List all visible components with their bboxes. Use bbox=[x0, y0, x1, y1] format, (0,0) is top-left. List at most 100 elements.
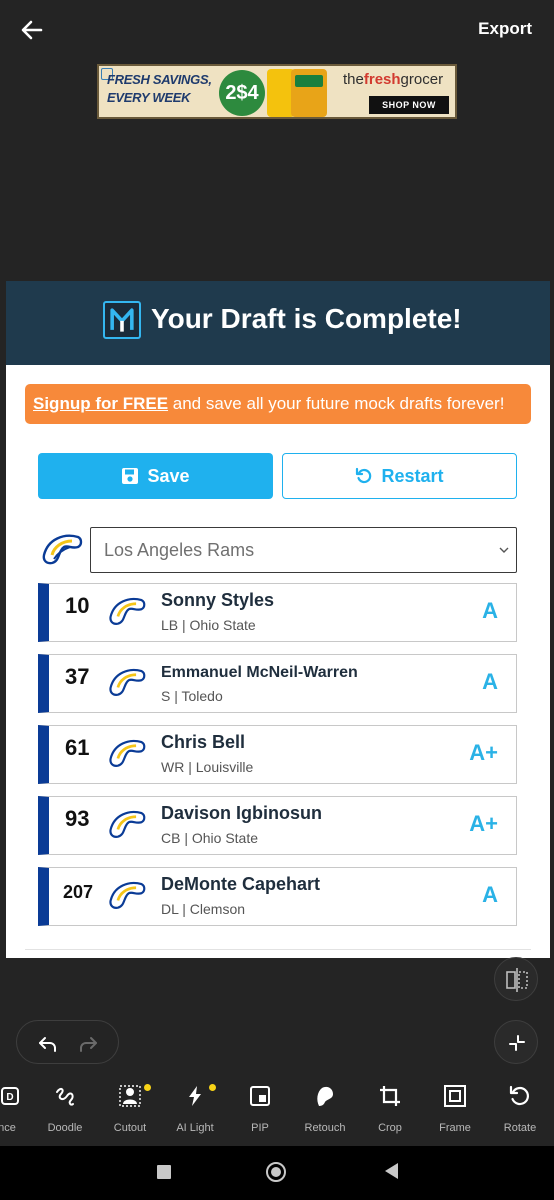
collapse-icon bbox=[509, 1035, 525, 1051]
new-badge-dot bbox=[209, 1084, 216, 1091]
recents-icon[interactable] bbox=[157, 1165, 171, 1179]
tool-label: Frame bbox=[439, 1122, 471, 1134]
floppy-disk-icon bbox=[122, 468, 139, 484]
redo-icon[interactable] bbox=[77, 1032, 99, 1054]
rams-logo-icon bbox=[109, 739, 146, 767]
card-header: Your Draft is Complete! bbox=[6, 281, 550, 365]
pick-number: 37 bbox=[65, 664, 90, 689]
pip-icon bbox=[250, 1086, 270, 1106]
export-button[interactable]: Export bbox=[478, 19, 532, 39]
tostitos-bag-image bbox=[291, 69, 327, 117]
player-position-school: WR | Louisville bbox=[161, 759, 254, 775]
divider bbox=[25, 949, 531, 950]
draft-complete-title: Your Draft is Complete! bbox=[151, 303, 462, 334]
pick-number: 10 bbox=[65, 593, 90, 618]
team-select[interactable]: Los Angeles Rams bbox=[90, 527, 517, 573]
compare-icon bbox=[506, 968, 528, 992]
ad-shop-now-button[interactable]: SHOP NOW bbox=[369, 96, 449, 114]
tool-doodle[interactable]: Doodle bbox=[33, 1080, 97, 1146]
cutout-icon bbox=[119, 1085, 141, 1107]
undo-redo-group bbox=[16, 1020, 119, 1064]
signup-link[interactable]: Signup for FREE bbox=[33, 394, 168, 413]
player-name: Davison Igbinosun bbox=[161, 803, 323, 823]
chevron-down-icon bbox=[499, 547, 509, 553]
frame-icon bbox=[444, 1085, 466, 1107]
pick-grade: A+ bbox=[469, 740, 498, 765]
svg-text:D: D bbox=[6, 1092, 13, 1103]
pick-number: 93 bbox=[65, 806, 90, 831]
player-name: DeMonte Capehart bbox=[161, 874, 321, 894]
system-back-icon[interactable] bbox=[385, 1163, 398, 1179]
restart-label: Restart bbox=[381, 465, 444, 486]
restart-icon bbox=[356, 467, 372, 484]
pick-row[interactable]: 207 DeMonte Capehart DL | Clemson A bbox=[38, 867, 517, 926]
tool-frame[interactable]: Frame bbox=[423, 1080, 487, 1146]
pick-row[interactable]: 10 Sonny Styles LB | Ohio State A bbox=[38, 583, 517, 642]
save-label: Save bbox=[147, 465, 190, 486]
tool-label: Cutout bbox=[113, 1122, 147, 1134]
player-position-school: S | Toledo bbox=[161, 688, 223, 704]
player-name: Emmanuel McNeil-Warren bbox=[161, 664, 358, 681]
pick-row[interactable]: 93 Davison Igbinosun CB | Ohio State A+ bbox=[38, 796, 517, 855]
photo-editor-screen: Export FRESH SAVINGS, EVERY WEEK 2$4 the… bbox=[0, 0, 554, 1200]
rotate-icon bbox=[509, 1085, 529, 1106]
ad-brand-logo: thefreshgrocer bbox=[343, 71, 444, 88]
tool-label: AI Light bbox=[176, 1122, 214, 1134]
tool-retouch[interactable]: Retouch bbox=[293, 1080, 357, 1146]
tool-label: Retouch bbox=[304, 1122, 346, 1134]
player-position-school: LB | Ohio State bbox=[161, 617, 256, 633]
pick-number: 207 bbox=[63, 882, 94, 902]
back-arrow-icon[interactable] bbox=[16, 14, 48, 46]
doodle-icon bbox=[56, 1087, 74, 1106]
tool-label: Rotate bbox=[503, 1122, 537, 1134]
player-position-school: CB | Ohio State bbox=[161, 830, 259, 846]
player-position-school: DL | Clemson bbox=[161, 901, 246, 917]
signup-banner[interactable]: Signup for FREE and save all your future… bbox=[25, 384, 531, 424]
crop-icon bbox=[380, 1086, 400, 1106]
rams-logo-icon bbox=[109, 597, 146, 625]
pick-number: 61 bbox=[65, 735, 90, 760]
draft-result-image: Your Draft is Complete! Signup for FREE … bbox=[6, 281, 550, 958]
tool-label: Doodle bbox=[47, 1122, 83, 1134]
system-navigation-bar bbox=[0, 1146, 554, 1200]
top-app-bar: Export bbox=[0, 0, 554, 60]
pick-row[interactable]: 37 Emmanuel McNeil-Warren S | Toledo A bbox=[38, 654, 517, 713]
player-name: Chris Bell bbox=[161, 732, 246, 752]
pick-grade: A bbox=[482, 882, 498, 907]
home-icon[interactable] bbox=[266, 1162, 286, 1182]
tool-label: ance bbox=[0, 1122, 16, 1134]
tool-pip[interactable]: PIP bbox=[228, 1080, 292, 1146]
rams-logo-icon bbox=[42, 534, 83, 565]
pick-grade: A bbox=[482, 598, 498, 623]
undo-icon[interactable] bbox=[37, 1032, 59, 1054]
new-badge-dot bbox=[144, 1084, 151, 1091]
ad-headline: FRESH SAVINGS, EVERY WEEK bbox=[107, 72, 212, 105]
collapse-button[interactable] bbox=[494, 1020, 538, 1064]
rams-logo-icon bbox=[109, 881, 146, 909]
compare-button[interactable] bbox=[494, 957, 538, 1001]
pick-grade: A+ bbox=[469, 811, 498, 836]
mock-draft-logo-icon bbox=[103, 301, 141, 339]
tool-ai-light[interactable]: AI Light bbox=[163, 1080, 227, 1146]
signup-text: and save all your future mock drafts for… bbox=[168, 394, 505, 413]
ad-banner[interactable]: FRESH SAVINGS, EVERY WEEK 2$4 thefreshgr… bbox=[97, 64, 457, 119]
tool-rotate[interactable]: Rotate bbox=[488, 1080, 552, 1146]
player-name: Sonny Styles bbox=[161, 590, 275, 610]
tool-cutout[interactable]: Cutout bbox=[98, 1080, 162, 1146]
retouch-icon bbox=[317, 1086, 333, 1106]
tool-strip: D ance Doodle Cutout AI Light bbox=[0, 1080, 554, 1146]
enhance-icon: D bbox=[1, 1087, 19, 1105]
rams-logo-icon bbox=[109, 668, 146, 696]
tool-label: Crop bbox=[378, 1122, 402, 1134]
tool-crop[interactable]: Crop bbox=[358, 1080, 422, 1146]
pick-row[interactable]: 61 Chris Bell WR | Louisville A+ bbox=[38, 725, 517, 784]
picks-list: 10 Sonny Styles LB | Ohio State A 37 Emm… bbox=[38, 583, 518, 938]
save-button[interactable]: Save bbox=[38, 453, 273, 499]
ai-light-icon bbox=[189, 1086, 201, 1106]
ad-price-badge: 2$4 bbox=[219, 70, 265, 116]
pick-grade: A bbox=[482, 669, 498, 694]
team-select-value: Los Angeles Rams bbox=[104, 540, 255, 560]
tool-label: PIP bbox=[251, 1122, 269, 1134]
rams-logo-icon bbox=[109, 810, 146, 838]
restart-button[interactable]: Restart bbox=[282, 453, 517, 499]
